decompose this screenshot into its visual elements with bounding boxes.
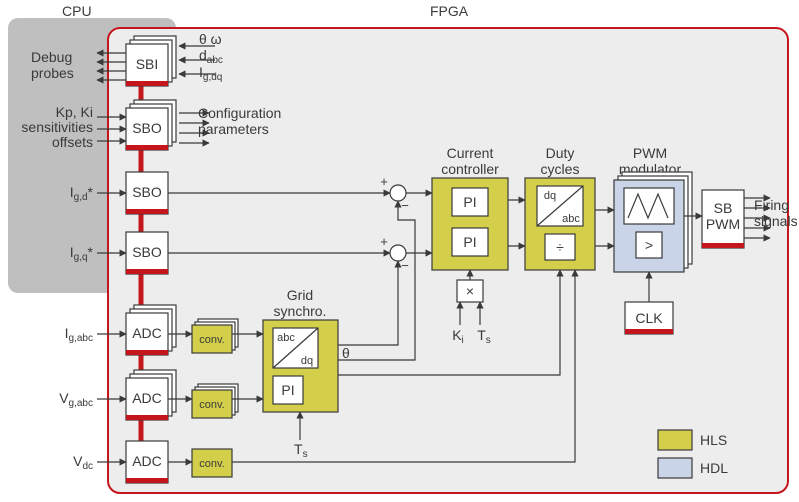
clk-block: CLK: [625, 302, 673, 334]
adc-ig-block: ADC: [126, 305, 176, 355]
svg-text:θ: θ: [342, 345, 350, 361]
grid-sync-title: Grid: [287, 287, 313, 303]
duty-block: dq abc ÷: [525, 178, 595, 270]
diagram: CPU FPGA SBI Debug probes θ ω dabc Ig,dq…: [0, 0, 799, 502]
sbo-d-block: SBO: [126, 172, 168, 214]
pwm-block: >: [614, 172, 692, 272]
svg-text:SB: SB: [714, 200, 733, 216]
svg-text:+: +: [380, 174, 388, 189]
grid-sync-block: abc dq PI: [263, 320, 338, 412]
sbi-block: SBI: [126, 36, 176, 86]
svg-text:synchro.: synchro.: [274, 303, 327, 319]
svg-text:dq: dq: [301, 355, 313, 367]
svg-text:conv.: conv.: [199, 399, 224, 411]
svg-text:Configuration: Configuration: [198, 105, 281, 121]
legend-hls: HLS: [700, 432, 727, 448]
svg-text:abc: abc: [562, 213, 580, 225]
svg-text:−: −: [401, 198, 409, 213]
svg-text:Ig,abc: Ig,abc: [65, 325, 93, 344]
svg-text:cycles: cycles: [541, 161, 580, 177]
svg-text:−: −: [401, 258, 409, 273]
conv-vdc: conv.: [192, 449, 232, 477]
svg-text:ADC: ADC: [132, 453, 162, 469]
svg-text:SBI: SBI: [136, 56, 159, 72]
duty-title: Duty: [546, 145, 575, 161]
svg-text:PI: PI: [463, 234, 476, 250]
svg-text:CLK: CLK: [635, 310, 663, 326]
current-controller-block: PI PI: [432, 178, 508, 270]
sbo-config-block: SBO: [126, 100, 176, 150]
svg-text:SBO: SBO: [132, 120, 162, 136]
svg-text:Vdc: Vdc: [73, 453, 93, 472]
adc-vdc-block: ADC: [126, 441, 168, 483]
svg-text:Kp, Ki: Kp, Ki: [56, 104, 93, 120]
cpu-label: CPU: [62, 3, 92, 19]
debug-probes-label: Debug: [31, 49, 72, 65]
svg-text:>: >: [645, 237, 653, 253]
svg-text:parameters: parameters: [198, 121, 269, 137]
sbo-q-block: SBO: [126, 232, 168, 274]
svg-text:×: ×: [466, 283, 474, 299]
svg-text:dq: dq: [544, 190, 556, 202]
svg-text:PI: PI: [281, 382, 294, 398]
svg-text:ADC: ADC: [132, 390, 162, 406]
svg-text:SBO: SBO: [132, 244, 162, 260]
conv-ig: conv.: [192, 319, 238, 353]
svg-text:offsets: offsets: [52, 134, 93, 150]
svg-text:+: +: [380, 234, 388, 249]
svg-text:probes: probes: [31, 65, 74, 81]
legend-hdl: HDL: [700, 460, 728, 476]
conv-vg: conv.: [192, 384, 238, 418]
svg-text:sensitivities: sensitivities: [21, 119, 93, 135]
svg-text:PI: PI: [463, 194, 476, 210]
svg-text:PWM: PWM: [706, 216, 740, 232]
svg-text:controller: controller: [441, 161, 499, 177]
svg-text:conv.: conv.: [199, 334, 224, 346]
adc-vg-block: ADC: [126, 370, 176, 420]
svg-text:SBO: SBO: [132, 184, 162, 200]
svg-text:signals: signals: [754, 213, 798, 229]
fpga-label: FPGA: [430, 3, 469, 19]
sbpwm-block: SB PWM: [702, 190, 744, 248]
svg-text:ADC: ADC: [132, 325, 162, 341]
svg-text:Vg,abc: Vg,abc: [59, 390, 93, 409]
firing-signals-label: Firing: [754, 197, 789, 213]
svg-text:abc: abc: [277, 332, 295, 344]
svg-text:conv.: conv.: [199, 458, 224, 470]
pwm-title: PWM: [633, 145, 667, 161]
cc-title: Current: [447, 145, 494, 161]
svg-text:θ ω: θ ω: [199, 31, 222, 47]
svg-text:÷: ÷: [556, 239, 564, 255]
